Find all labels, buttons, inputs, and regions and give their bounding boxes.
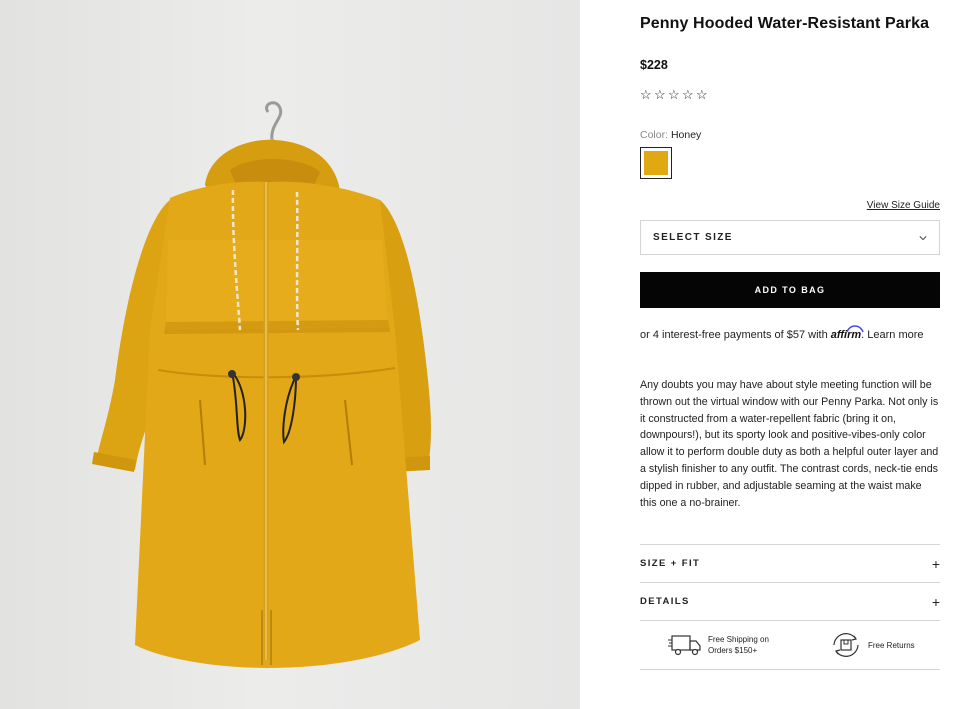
color-swatch-honey[interactable]: [640, 147, 672, 179]
product-title: Penny Hooded Water-Resistant Parka: [640, 15, 930, 32]
free-shipping-perk: Free Shipping on Orders $150+: [668, 621, 769, 669]
plus-icon: +: [931, 555, 940, 572]
free-shipping-text: Free Shipping on Orders $150+: [708, 634, 769, 656]
size-dropdown-label: SELECT SIZE: [653, 232, 733, 243]
size-dropdown[interactable]: SELECT SIZE: [640, 220, 940, 255]
star-icon: ☆: [682, 87, 694, 102]
swatch-fill: [644, 151, 668, 175]
accordion-label: DETAILS: [640, 596, 690, 607]
accordion-details[interactable]: DETAILS +: [640, 582, 940, 620]
star-icon: ☆: [696, 87, 708, 102]
plus-icon: +: [931, 593, 940, 610]
free-returns-text: Free Returns: [868, 640, 915, 650]
color-value: Honey: [670, 129, 702, 141]
free-shipping-line2: Orders $150+: [708, 646, 758, 655]
truck-icon: [668, 635, 701, 656]
accordion-size-fit[interactable]: SIZE + FIT +: [640, 544, 940, 582]
product-description: Any doubts you may have about style meet…: [640, 379, 939, 509]
affirm-arc-icon: [846, 325, 864, 333]
free-shipping-line1: Free Shipping on: [708, 635, 769, 644]
star-icon: ☆: [640, 87, 652, 102]
affirm-financing: or 4 interest-free payments of $57 with …: [640, 325, 940, 344]
star-icon: ☆: [654, 87, 666, 102]
add-to-bag-button[interactable]: ADD TO BAG: [640, 272, 940, 308]
learn-more-link[interactable]: Learn more: [867, 329, 923, 341]
product-image: [0, 0, 580, 709]
parka-illustration: [92, 101, 431, 669]
product-price: $228: [640, 58, 668, 72]
star-icon: ☆: [668, 87, 680, 102]
perks-bar: Free Shipping on Orders $150+ Free Retur…: [640, 620, 940, 670]
size-guide-link[interactable]: View Size Guide: [640, 200, 940, 211]
free-returns-perk: Free Returns: [830, 621, 915, 669]
accordion-label: SIZE + FIT: [640, 558, 701, 569]
color-selection: Color: Honey: [640, 129, 701, 141]
returns-box-icon: [833, 633, 859, 657]
color-label: Color:: [640, 129, 669, 141]
affirm-logo: affirm: [831, 325, 864, 341]
chevron-down-icon: [919, 235, 927, 240]
affirm-text: or 4 interest-free payments of $57 with: [640, 329, 828, 341]
rating-stars[interactable]: ☆ ☆ ☆ ☆ ☆: [640, 88, 709, 102]
